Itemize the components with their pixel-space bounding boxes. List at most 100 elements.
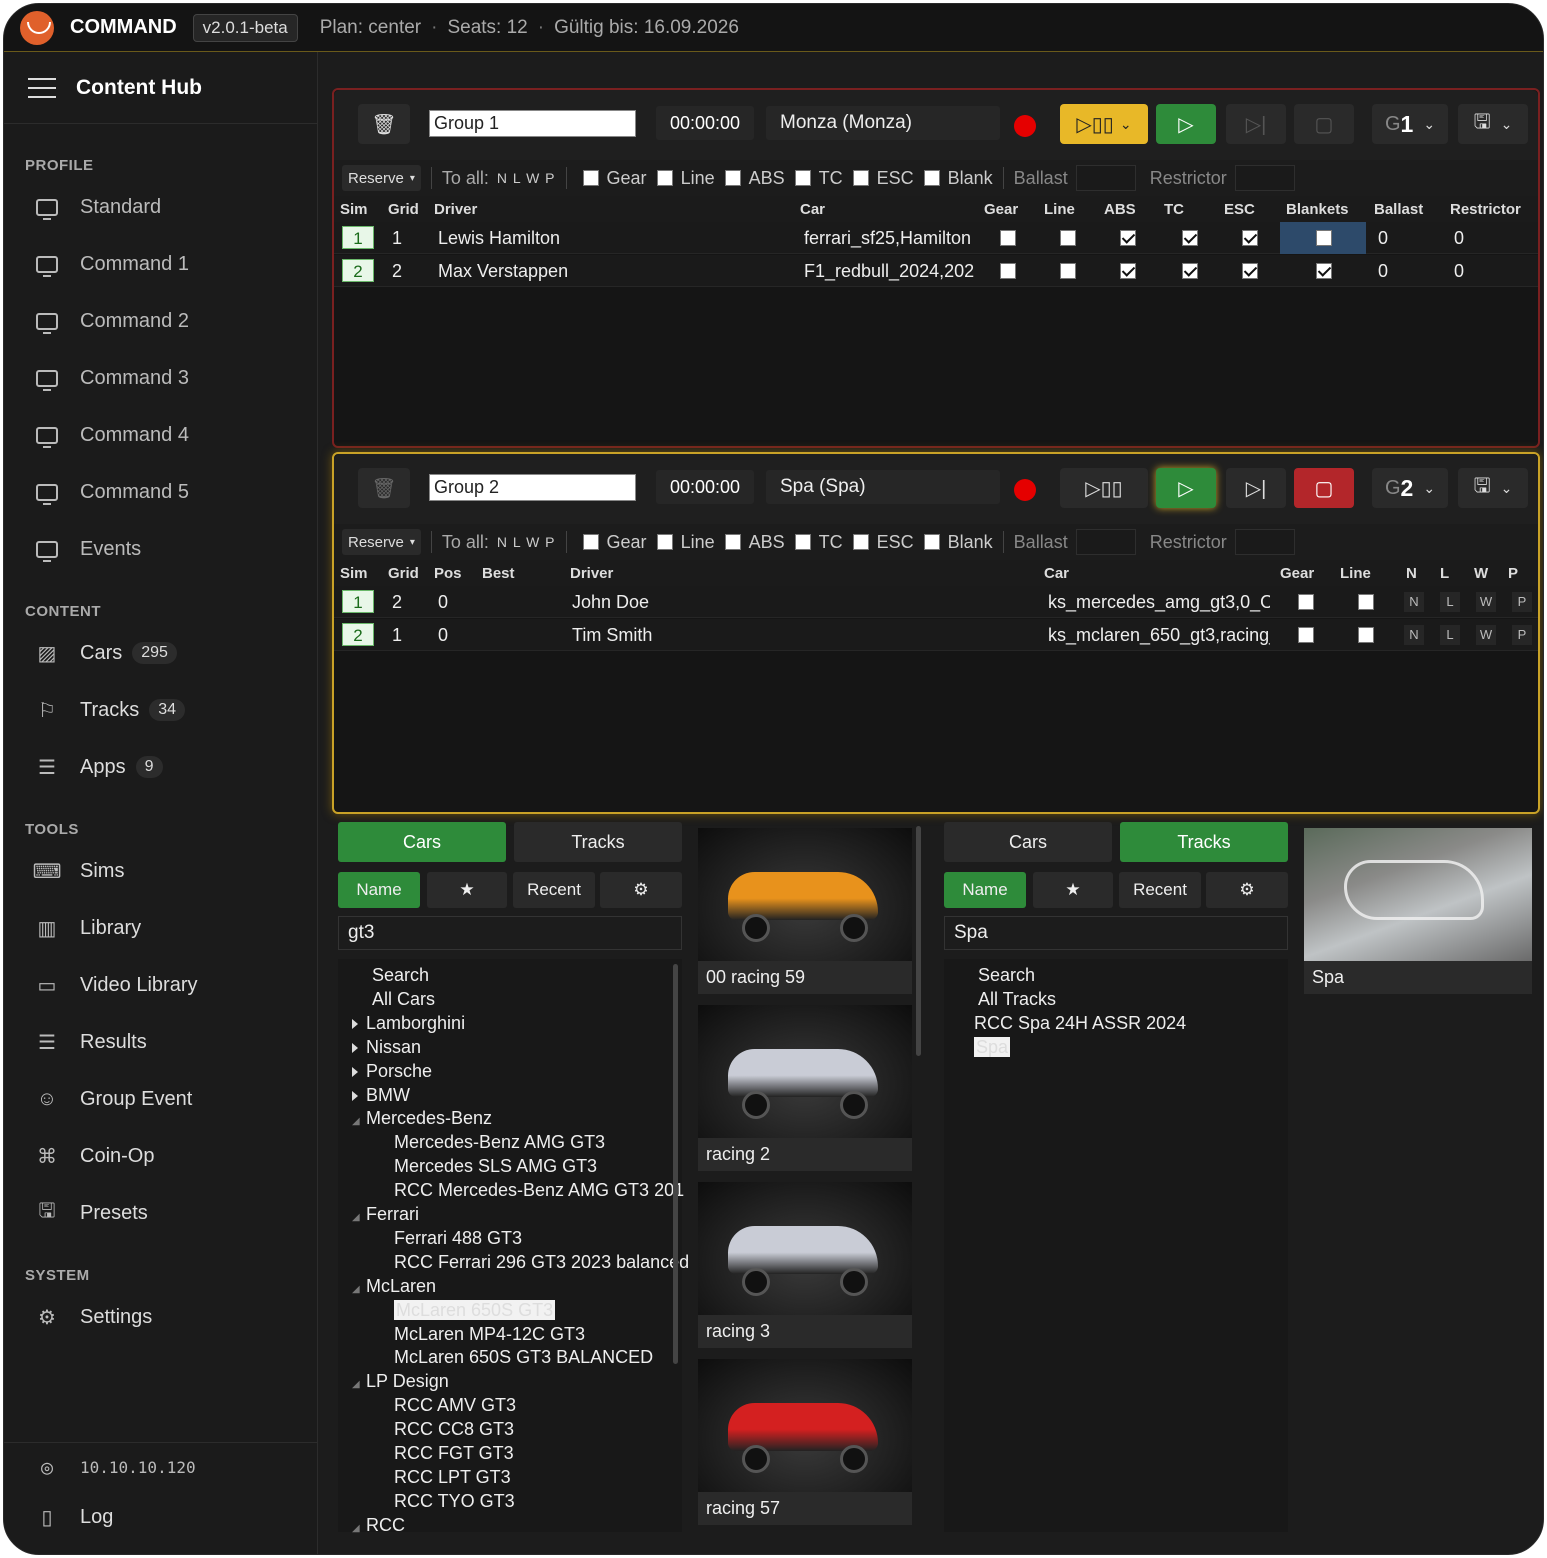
column-header-restrictor[interactable]: Restrictor bbox=[1450, 201, 1521, 218]
favorite-star-icon[interactable]: ★ bbox=[427, 872, 507, 908]
tree-item[interactable]: Search bbox=[978, 965, 1035, 986]
group-track-selector[interactable]: Spa (Spa) bbox=[766, 470, 1000, 504]
collapse-arrow-icon[interactable]: ◢ bbox=[352, 1379, 366, 1390]
tree-group[interactable]: ◢ McLaren bbox=[352, 1276, 436, 1297]
tc-checkbox[interactable] bbox=[794, 534, 811, 550]
expand-arrow-icon[interactable] bbox=[352, 1019, 358, 1030]
blank-checkbox[interactable] bbox=[923, 170, 940, 186]
sidebar-item-profile[interactable]: Command 1 bbox=[34, 244, 189, 284]
favorite-star-icon[interactable]: ★ bbox=[1033, 872, 1113, 908]
abs-checkbox[interactable] bbox=[1120, 263, 1136, 279]
sidebar-item-profile[interactable]: Standard bbox=[34, 187, 161, 227]
w-toggle[interactable]: W bbox=[1476, 592, 1496, 612]
tree-item[interactable]: RCC AMV GT3 bbox=[394, 1395, 516, 1416]
tree-item[interactable]: RCC Ferrari 296 GT3 2023 balanced bbox=[394, 1252, 689, 1273]
column-header-driver[interactable]: Driver bbox=[570, 565, 613, 582]
tc-checkbox[interactable] bbox=[1182, 263, 1198, 279]
car-cell[interactable]: F1_redbull_2024,2024 bbox=[804, 261, 974, 282]
tree-group[interactable]: ◢ RCC bbox=[352, 1515, 405, 1536]
restrictor-input[interactable] bbox=[1234, 165, 1295, 191]
sort-recent-button[interactable]: Recent bbox=[513, 872, 595, 908]
tree-item[interactable]: RCC FGT GT3 bbox=[394, 1443, 514, 1464]
tree-group[interactable]: Nissan bbox=[352, 1037, 421, 1058]
tree-item[interactable]: All Tracks bbox=[978, 989, 1056, 1010]
expand-arrow-icon[interactable] bbox=[352, 1066, 358, 1077]
line-checkbox[interactable] bbox=[1358, 594, 1374, 610]
driver-cell[interactable]: Lewis Hamilton bbox=[438, 228, 560, 249]
track-card[interactable]: Spa bbox=[1304, 828, 1532, 994]
group-id-selector[interactable]: G 2 ⌄ bbox=[1372, 468, 1448, 508]
tree-item[interactable]: Spa bbox=[974, 1036, 1011, 1058]
sort-recent-button[interactable]: Recent bbox=[1119, 872, 1201, 908]
car-card[interactable]: 00 racing 59 bbox=[698, 828, 912, 994]
expand-arrow-icon[interactable] bbox=[352, 1090, 358, 1101]
column-header-n[interactable]: N bbox=[1406, 565, 1417, 582]
sidebar-item-profile[interactable]: Command 4 bbox=[34, 415, 189, 455]
sidebar-item-apps[interactable]: ☰ Apps 9 bbox=[34, 747, 163, 787]
gear-checkbox[interactable] bbox=[1000, 230, 1016, 246]
track-search-input[interactable]: Spa bbox=[944, 916, 1288, 950]
esc-checkbox[interactable] bbox=[1242, 263, 1258, 279]
menu-icon[interactable] bbox=[28, 77, 56, 98]
tree-group[interactable]: Lamborghini bbox=[352, 1013, 465, 1034]
blank-checkbox[interactable] bbox=[923, 534, 940, 550]
car-card[interactable]: racing 2 bbox=[698, 1005, 912, 1171]
car-cell[interactable]: ks_mercedes_amg_gt3,0_Off bbox=[1048, 592, 1270, 613]
column-header-grid[interactable]: Grid bbox=[388, 201, 419, 218]
table-row[interactable]: 1 1 Lewis Hamilton ferrari_sf25,Hamilton 0 0 bbox=[334, 222, 1538, 254]
sidebar-item-tool[interactable]: ⌨ Sims bbox=[33, 851, 125, 891]
column-header-car[interactable]: Car bbox=[1044, 565, 1069, 582]
delete-group-button[interactable]: 🗑 bbox=[358, 468, 410, 508]
reserve-dropdown[interactable]: Reserve ▾ bbox=[342, 165, 421, 191]
sidebar-item-tracks[interactable]: ⚐ Tracks 34 bbox=[34, 690, 186, 730]
tree-item[interactable]: Mercedes-Benz AMG GT3 bbox=[394, 1132, 605, 1153]
driver-cell[interactable]: John Doe bbox=[572, 592, 649, 613]
gear-checkbox[interactable] bbox=[582, 170, 599, 186]
start-button[interactable]: ▷ bbox=[1156, 104, 1216, 144]
column-header-line[interactable]: Line bbox=[1044, 201, 1075, 218]
sidebar-item-profile[interactable]: Command 3 bbox=[34, 358, 189, 398]
group-name-input[interactable]: Group 1 bbox=[429, 110, 636, 137]
table-row[interactable]: 1 2 0 John Doe ks_mercedes_amg_gt3,0_Off N L W P bbox=[334, 586, 1538, 618]
nlwp-buttons[interactable]: N L W P bbox=[497, 534, 556, 550]
start-button[interactable]: ▷ bbox=[1156, 468, 1216, 508]
column-header-pos[interactable]: Pos bbox=[434, 565, 462, 582]
gear-checkbox[interactable] bbox=[1298, 594, 1314, 610]
column-header-l[interactable]: L bbox=[1440, 565, 1449, 582]
tab-tracks[interactable]: Tracks bbox=[1120, 822, 1288, 862]
settings-icon[interactable]: ⚙ bbox=[600, 872, 682, 908]
gear-checkbox[interactable] bbox=[582, 534, 599, 550]
blankets-checkbox[interactable] bbox=[1316, 263, 1332, 279]
collapse-arrow-icon[interactable]: ◢ bbox=[352, 1212, 366, 1223]
ballast-cell[interactable]: 0 bbox=[1378, 228, 1388, 249]
tree-item[interactable]: Mercedes SLS AMG GT3 bbox=[394, 1156, 597, 1177]
ballast-cell[interactable]: 0 bbox=[1378, 261, 1388, 282]
ballast-input[interactable] bbox=[1075, 529, 1136, 555]
save-menu-button[interactable]: 🖫 ⌄ bbox=[1458, 104, 1528, 144]
column-header-p[interactable]: P bbox=[1508, 565, 1518, 582]
group-track-selector[interactable]: Monza (Monza) bbox=[766, 106, 1000, 140]
esc-checkbox[interactable] bbox=[852, 170, 869, 186]
n-toggle[interactable]: N bbox=[1404, 592, 1424, 612]
tree-item[interactable]: RCC LPT GT3 bbox=[394, 1467, 511, 1488]
tree-item[interactable]: Search bbox=[372, 965, 429, 986]
car-search-input[interactable]: gt3 bbox=[338, 916, 682, 950]
column-header-tc[interactable]: TC bbox=[1164, 201, 1184, 218]
sidebar-item-tool[interactable]: 🖫 Presets bbox=[34, 1193, 147, 1233]
line-checkbox[interactable] bbox=[656, 534, 673, 550]
gear-checkbox[interactable] bbox=[1298, 627, 1314, 643]
tree-item[interactable]: RCC Spa 24H ASSR 2024 bbox=[974, 1013, 1186, 1034]
tree-item[interactable]: RCC TYO GT3 bbox=[394, 1491, 515, 1512]
column-header-best[interactable]: Best bbox=[482, 565, 515, 582]
tree-group[interactable]: ◢ LP Design bbox=[352, 1371, 449, 1392]
delete-group-button[interactable]: 🗑 bbox=[358, 104, 410, 144]
p-toggle[interactable]: P bbox=[1512, 592, 1532, 612]
nlwp-buttons[interactable]: N L W P bbox=[497, 170, 556, 186]
tab-tracks[interactable]: Tracks bbox=[514, 822, 682, 862]
collapse-arrow-icon[interactable]: ◢ bbox=[352, 1116, 366, 1127]
expand-arrow-icon[interactable] bbox=[352, 1042, 358, 1053]
tree-item[interactable]: Ferrari 488 GT3 bbox=[394, 1228, 522, 1249]
tree-item[interactable]: McLaren 650S GT3 bbox=[394, 1299, 556, 1321]
tree-item[interactable]: RCC CC8 GT3 bbox=[394, 1419, 514, 1440]
driver-cell[interactable]: Tim Smith bbox=[572, 625, 652, 646]
